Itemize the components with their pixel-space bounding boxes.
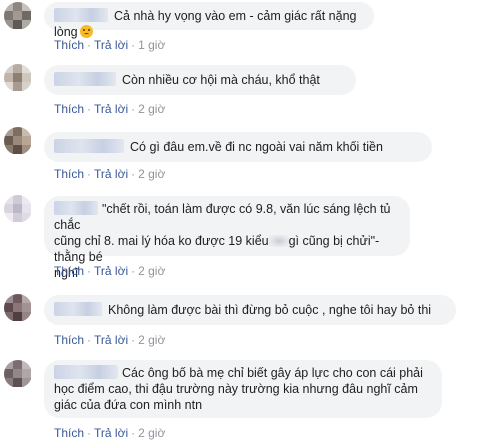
separator: ·: [87, 167, 92, 181]
comment-text: Còn nhiều cơ hội mà cháu, khổ thật: [122, 73, 320, 87]
like-link[interactable]: Thích: [54, 102, 84, 116]
reply-link[interactable]: Trả lời: [94, 167, 128, 181]
comment-text: "chết rồi, toán làm được có 9.8, văn lúc…: [54, 202, 391, 232]
separator: ·: [131, 333, 136, 347]
like-link[interactable]: Thích: [54, 264, 84, 278]
comment-actions: Thích · Trả lời · 1 giờ: [54, 38, 165, 52]
author-name[interactable]: [54, 72, 116, 86]
timestamp[interactable]: 2 giờ: [138, 264, 165, 278]
avatar[interactable]: [4, 294, 32, 322]
comment-actions: Thích · Trả lời · 2 giờ: [54, 102, 165, 116]
timestamp[interactable]: 2 giờ: [138, 167, 165, 181]
separator: ·: [131, 102, 136, 116]
like-link[interactable]: Thích: [54, 426, 84, 440]
separator: ·: [87, 426, 92, 440]
reply-link[interactable]: Trả lời: [94, 38, 128, 52]
comment-bubble: Không làm được bài thì đừng bỏ cuộc , ng…: [44, 295, 456, 325]
comment-line-3: giác của đứa con mình ntn: [54, 398, 203, 412]
comment-text: Các ông bố bà mẹ chỉ biết gây áp lực cho…: [122, 366, 423, 380]
like-link[interactable]: Thích: [54, 333, 84, 347]
comment-bubble: Còn nhiều cơ hội mà cháu, khổ thật: [44, 65, 356, 95]
comment-actions: Thích · Trả lời · 2 giờ: [54, 167, 165, 181]
comment-actions: Thích · Trả lời · 2 giờ: [54, 264, 165, 278]
timestamp[interactable]: 2 giờ: [138, 426, 165, 440]
comment-text: Không làm được bài thì đừng bỏ cuộc , ng…: [108, 303, 432, 317]
blurred-word: [268, 235, 289, 247]
timestamp[interactable]: 2 giờ: [138, 102, 165, 116]
author-name[interactable]: [54, 139, 124, 153]
like-link[interactable]: Thích: [54, 167, 84, 181]
comment-bubble: Các ông bố bà mẹ chỉ biết gây áp lực cho…: [44, 360, 442, 418]
avatar[interactable]: [4, 195, 32, 223]
separator: ·: [87, 264, 92, 278]
avatar[interactable]: [4, 2, 32, 30]
comment-line-1: Các ông bố bà mẹ chỉ biết gây áp lực cho…: [54, 365, 430, 381]
separator: ·: [131, 426, 136, 440]
comment-actions: Thích · Trả lời · 2 giờ: [54, 333, 165, 347]
disappointed-face-icon: [79, 25, 93, 38]
author-name[interactable]: [54, 8, 108, 22]
separator: ·: [87, 38, 92, 52]
comment-line-2: cũng chỉ 8. mai lý hóa ko được 19 kiểu gì…: [54, 233, 398, 265]
separator: ·: [87, 333, 92, 347]
avatar[interactable]: [4, 64, 32, 92]
reply-link[interactable]: Trả lời: [94, 264, 128, 278]
comment-bubble: Cả nhà hy vọng vào em - cảm giác rất nặn…: [44, 2, 374, 39]
separator: ·: [131, 167, 136, 181]
reply-link[interactable]: Trả lời: [94, 426, 128, 440]
reply-link[interactable]: Trả lời: [94, 102, 128, 116]
comment-line-2: học điểm cao, thi đậu trường này trường …: [54, 382, 418, 396]
comment-line-1: "chết rồi, toán làm được có 9.8, văn lúc…: [54, 201, 398, 233]
separator: ·: [131, 38, 136, 52]
timestamp[interactable]: 2 giờ: [138, 333, 165, 347]
comment-bubble: "chết rồi, toán làm được có 9.8, văn lúc…: [44, 196, 410, 280]
reply-link[interactable]: Trả lời: [94, 333, 128, 347]
author-name[interactable]: [54, 365, 118, 379]
comment-text: Có gì đâu em.về đi nc ngoài vai năm khối…: [130, 140, 383, 154]
author-name[interactable]: [54, 201, 98, 215]
comment-actions: Thích · Trả lời · 2 giờ: [54, 426, 165, 440]
separator: ·: [87, 102, 92, 116]
comment-bubble: Có gì đâu em.về đi nc ngoài vai năm khối…: [44, 132, 432, 162]
avatar[interactable]: [4, 360, 32, 388]
comment-text: cũng chỉ 8. mai lý hóa ko được 19 kiểu: [54, 234, 269, 248]
like-link[interactable]: Thích: [54, 38, 84, 52]
avatar[interactable]: [4, 127, 32, 155]
timestamp[interactable]: 1 giờ: [138, 38, 165, 52]
separator: ·: [131, 264, 136, 278]
author-name[interactable]: [54, 302, 102, 316]
